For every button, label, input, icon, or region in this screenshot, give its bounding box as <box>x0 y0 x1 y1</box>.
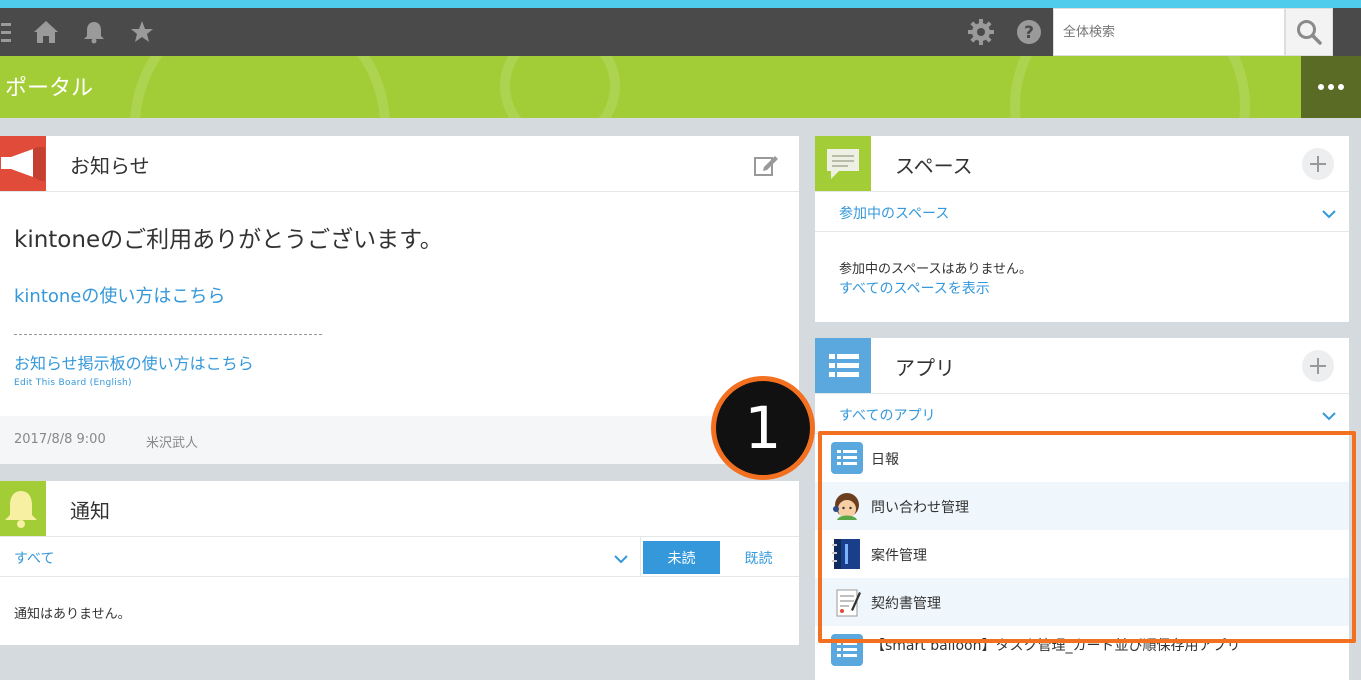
home-icon[interactable] <box>30 8 62 56</box>
page-title: ポータル <box>5 76 94 101</box>
search-field[interactable] <box>1053 8 1285 56</box>
unread-tab[interactable]: 未読 <box>643 541 720 574</box>
portal-header: ポータル <box>0 56 1361 118</box>
app-list-icon <box>815 338 871 393</box>
chat-bubble-icon <box>815 136 871 191</box>
help-icon[interactable]: ? <box>1013 8 1045 56</box>
decor-circle <box>1010 56 1250 118</box>
notifications-empty-text: 通知はありません。 <box>14 607 131 622</box>
notice-date: 2017/8/8 9:00 <box>14 432 106 447</box>
notifications-header: 通知 <box>0 481 799 537</box>
space-title: スペース <box>895 154 973 178</box>
search-icon <box>1297 20 1322 45</box>
space-header: スペース <box>815 136 1349 192</box>
add-space-button[interactable] <box>1302 148 1334 180</box>
read-tab[interactable]: 既読 <box>720 541 797 574</box>
notice-panel: お知らせ kintoneのご利用ありがとうございます。 kintoneの使い方は… <box>0 136 799 464</box>
chevron-down-icon[interactable] <box>1321 407 1337 426</box>
space-panel: スペース 参加中のスペース 参加中のスペースはありません。 すべてのスペースを表… <box>815 136 1349 322</box>
add-app-button[interactable] <box>1302 350 1334 382</box>
notifications-filter-row: すべて 未読 既読 <box>0 537 799 577</box>
dot-icon <box>1318 84 1324 90</box>
menu-icon[interactable] <box>0 8 14 56</box>
bell-icon[interactable] <box>78 8 110 56</box>
chevron-down-icon[interactable] <box>1321 205 1337 224</box>
notice-author: 米沢武人 <box>146 436 199 451</box>
notice-title: お知らせ <box>70 154 150 178</box>
star-icon[interactable] <box>126 8 158 56</box>
notifications-panel: 通知 すべて 未読 既読 通知はありません。 <box>0 481 799 645</box>
notifications-title: 通知 <box>70 499 110 523</box>
board-howto-link[interactable]: お知らせ掲示板の使い方はこちら <box>14 350 254 374</box>
edit-icon[interactable] <box>753 152 779 182</box>
step-number-badge: 1 <box>711 376 815 480</box>
notifications-filter-select[interactable]: すべて <box>14 548 54 568</box>
search-input[interactable] <box>1054 9 1284 55</box>
notice-header: お知らせ <box>0 136 799 192</box>
notice-footer: 2017/8/8 9:00 米沢武人 <box>0 416 799 464</box>
space-filter-select[interactable]: 参加中のスペース <box>839 203 949 223</box>
top-accent-bar <box>0 0 1361 8</box>
more-options-button[interactable] <box>1301 56 1361 118</box>
megaphone-icon <box>0 136 46 191</box>
apps-filter-select[interactable]: すべてのアプリ <box>839 405 935 425</box>
space-filter-row[interactable]: 参加中のスペース <box>815 192 1349 232</box>
dot-icon <box>1338 84 1344 90</box>
dot-icon <box>1328 84 1334 90</box>
plus-icon <box>1310 156 1326 172</box>
highlight-box <box>818 431 1356 643</box>
apps-header: アプリ <box>815 338 1349 394</box>
decor-circle <box>130 56 390 118</box>
apps-filter-row[interactable]: すべてのアプリ <box>815 394 1349 434</box>
search-button[interactable] <box>1285 8 1333 56</box>
decor-circle <box>500 56 620 118</box>
bell-icon <box>0 481 46 536</box>
notice-heading: kintoneのご利用ありがとうございます。 <box>14 227 443 253</box>
apps-title: アプリ <box>895 356 955 380</box>
gear-icon[interactable] <box>965 8 997 56</box>
divider-line <box>640 537 641 577</box>
plus-icon <box>1310 358 1326 374</box>
top-nav-bar: ? <box>0 8 1361 56</box>
space-empty-text: 参加中のスペースはありません。 <box>839 262 1033 277</box>
howto-link[interactable]: kintoneの使い方はこちら <box>14 282 225 308</box>
all-spaces-link[interactable]: すべてのスペースを表示 <box>839 278 990 298</box>
edit-board-link[interactable]: Edit This Board (English) <box>14 378 132 388</box>
svg-text:?: ? <box>1024 23 1034 43</box>
chevron-down-icon[interactable] <box>613 550 629 569</box>
divider-line <box>14 334 322 335</box>
